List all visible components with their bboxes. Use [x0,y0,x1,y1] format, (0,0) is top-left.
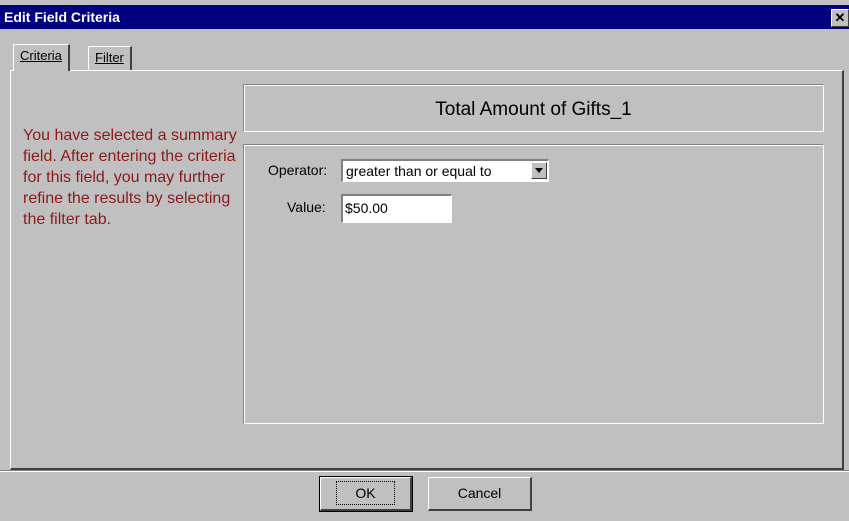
divider [0,470,849,472]
cancel-button-label: Cancel [457,485,502,501]
window-title: Edit Field Criteria [4,9,120,25]
close-icon[interactable]: ✕ [831,9,849,27]
chevron-down-icon[interactable] [531,162,547,179]
operator-selected-value: greater than or equal to [346,163,492,179]
value-label: Value: [287,199,326,215]
dialog-window: Edit Field Criteria ✕ Criteria Filter Yo… [0,0,849,521]
info-message: You have selected a summary field. After… [23,127,237,228]
ok-button[interactable]: OK [319,476,413,512]
tab-filter-label: Filter [95,50,124,65]
field-title: Total Amount of Gifts_1 [435,99,632,120]
value-input[interactable]: $50.00 [341,194,452,223]
field-title-box: Total Amount of Gifts_1 [243,84,824,132]
criteria-box [243,144,824,424]
ok-button-label: OK [336,481,395,505]
cancel-button[interactable]: Cancel [428,477,532,511]
operator-select[interactable]: greater than or equal to [341,159,549,182]
tab-criteria[interactable]: Criteria [13,44,70,71]
title-bar[interactable]: Edit Field Criteria ✕ [0,5,849,29]
tab-filter[interactable]: Filter [88,46,132,70]
tab-criteria-label: Criteria [20,48,62,63]
operator-label: Operator: [268,162,328,178]
